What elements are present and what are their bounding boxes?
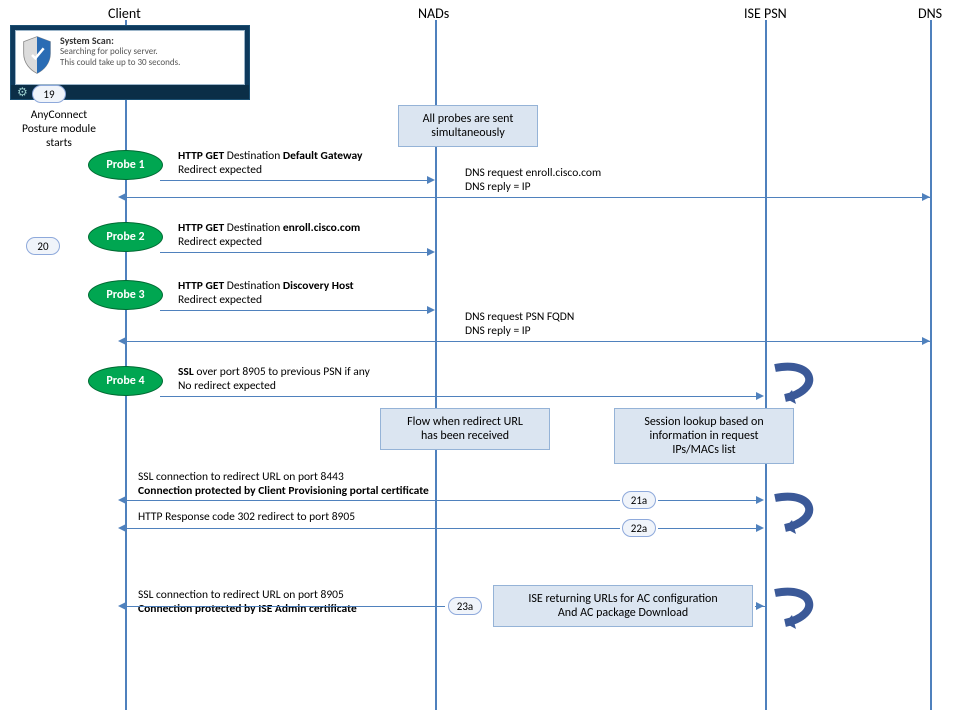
arrow-dns-enroll-r <box>922 193 930 201</box>
arrow-dns-enroll-l <box>118 193 126 201</box>
note-simultaneous: All probes are sent simultaneously <box>398 105 538 147</box>
arrow-p3 <box>160 310 428 311</box>
probe-1: Probe 1 <box>88 150 163 180</box>
arrow-23a-br <box>756 602 764 610</box>
arrow-p4 <box>160 396 762 397</box>
note-flow: Flow when redirect URL has been received <box>380 408 550 450</box>
probe-3: Probe 3 <box>88 280 163 310</box>
self-arrow-1 <box>770 360 825 405</box>
ssl-8443-msg: SSL connection to redirect URL on port 8… <box>138 470 429 498</box>
anyconnect-starts-label: AnyConnect Posture module starts <box>22 108 96 150</box>
arrow-22a-a <box>125 528 620 529</box>
arrow-23a-al <box>118 602 126 610</box>
shield-icon <box>20 35 54 75</box>
arrow-p4-head <box>756 392 764 400</box>
arrow-21a-br <box>756 496 764 504</box>
http-302-msg: HTTP Response code 302 redirect to port … <box>138 510 355 524</box>
step-23a-badge: 23a <box>448 597 482 615</box>
arrow-22a-al <box>118 524 126 532</box>
probe-4: Probe 4 <box>88 366 163 396</box>
arrow-23a-a <box>125 606 445 607</box>
probe-2: Probe 2 <box>88 222 163 252</box>
arrow-p2-head <box>427 248 435 256</box>
self-arrow-2 <box>770 490 825 535</box>
step-22a-badge: 22a <box>622 519 656 537</box>
arrow-dns-enroll <box>125 197 930 198</box>
probe1-msg: HTTP GET Destination Default Gateway Red… <box>178 149 362 177</box>
arrow-22a-b <box>658 528 762 529</box>
arrow-dns-fqdn-r <box>922 337 930 345</box>
ssl-8905-msg: SSL connection to redirect URL on port 8… <box>138 588 357 616</box>
step-21a-badge: 21a <box>622 491 656 509</box>
scan-line1: Searching for policy server. <box>60 46 180 57</box>
note-urls: ISE returning URLs for AC configuration … <box>493 585 753 627</box>
dns-enroll-msg: DNS request enroll.cisco.comDNS reply = … <box>465 166 601 194</box>
actor-nad: NADs <box>418 5 449 22</box>
probe4-msg: SSL over port 8905 to previous PSN if an… <box>178 365 370 393</box>
scan-line2: This could take up to 30 seconds. <box>60 57 180 68</box>
probe3-msg: HTTP GET Destination Discovery Host Redi… <box>178 279 354 307</box>
step-19-badge: 19 <box>32 85 66 103</box>
probe2-msg: HTTP GET Destination enroll.cisco.com Re… <box>178 221 360 249</box>
gear-icon: ⚙ <box>17 85 28 100</box>
arrow-22a-br <box>756 524 764 532</box>
arrow-dns-fqdn <box>125 341 930 342</box>
arrow-21a-b <box>658 500 762 501</box>
arrow-p1-head <box>427 176 435 184</box>
step-20-badge: 20 <box>26 237 60 255</box>
arrow-p1 <box>160 180 428 181</box>
note-session: Session lookup based on information in r… <box>614 408 794 464</box>
arrow-p2 <box>160 252 428 253</box>
arrow-21a-a <box>125 500 620 501</box>
dns-fqdn-msg: DNS request PSN FQDNDNS reply = IP <box>465 310 574 338</box>
lifeline-psn <box>765 20 767 710</box>
self-arrow-3 <box>770 585 825 630</box>
scan-title: System Scan: <box>60 35 180 46</box>
lifeline-dns <box>930 20 932 710</box>
arrow-p3-head <box>427 306 435 314</box>
arrow-dns-fqdn-l <box>118 337 126 345</box>
arrow-21a-al <box>118 496 126 504</box>
